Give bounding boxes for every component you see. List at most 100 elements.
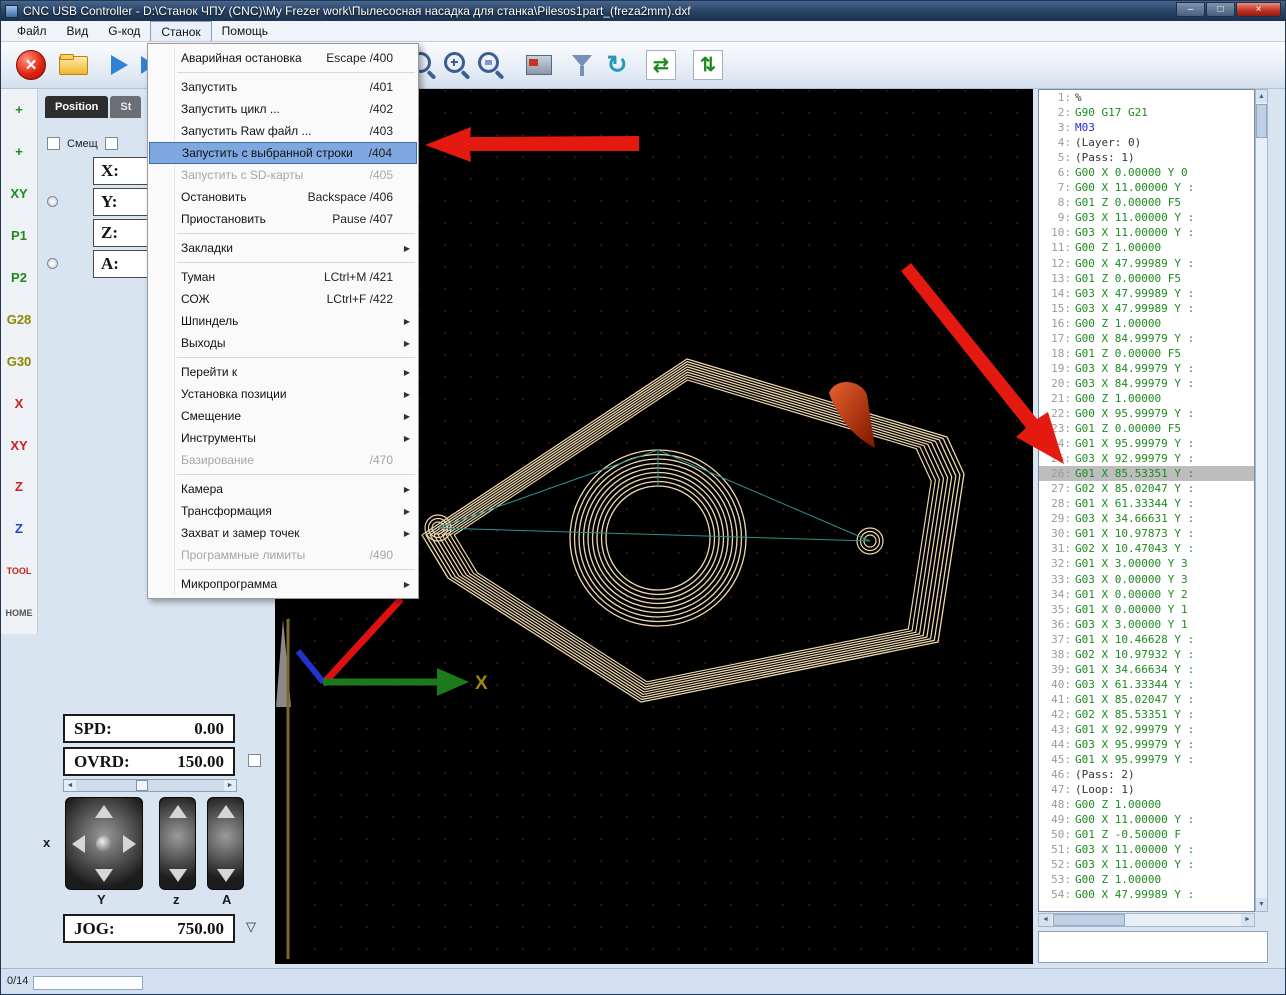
gcode-line[interactable]: 18 G01 Z 0.00000 F5 [1039, 346, 1254, 361]
gcode-line[interactable]: 53 G00 Z 1.00000 [1039, 872, 1254, 887]
gcode-line[interactable]: 45 G01 X 95.99979 Y : [1039, 752, 1254, 767]
menu-item-filter-button[interactable] [564, 47, 600, 83]
slider-left-icon[interactable]: ◄ [64, 780, 76, 791]
menu-item-приостановить[interactable]: Приостановить Pause /407 ▶ [149, 208, 417, 230]
gcode-line[interactable]: 47 (Loop: 1) [1039, 782, 1254, 797]
menu-item-трансформация[interactable]: Трансформация ▶ [149, 500, 417, 522]
menu-item-zero-z-icon[interactable]: Z [1, 466, 37, 508]
menu-item-jog-step-icon[interactable]: + [1, 131, 37, 173]
menu-item-перейти-к[interactable]: Перейти к ▶ [149, 361, 417, 383]
gcode-line[interactable]: 22 G00 X 95.99979 Y : [1039, 406, 1254, 421]
gcode-line[interactable]: 13 G01 Z 0.00000 F5 [1039, 271, 1254, 286]
menu-item-туман[interactable]: Туман LCtrl+M /421 ▶ [149, 266, 417, 288]
gcode-line[interactable]: 31 G02 X 10.47043 Y : [1039, 541, 1254, 556]
menu-item-камера[interactable]: Камера ▶ [149, 478, 417, 500]
menu-item-шпиндель[interactable]: Шпиндель ▶ [149, 310, 417, 332]
offset-checkbox-1[interactable] [47, 137, 60, 150]
hscroll-thumb[interactable] [1053, 914, 1125, 926]
menu-item-goto-xy-zero-icon[interactable]: XY [1, 173, 37, 215]
gcode-line[interactable]: 11 G00 Z 1.00000 [1039, 240, 1254, 255]
gcode-line[interactable]: 23 G01 Z 0.00000 F5 [1039, 421, 1254, 436]
scroll-left-icon[interactable]: ◄ [1039, 914, 1052, 926]
slider-thumb[interactable] [136, 780, 148, 791]
override-slider[interactable]: ◄ ► [63, 779, 237, 792]
gcode-line[interactable]: 46 (Pass: 2) [1039, 767, 1254, 782]
gcode-line[interactable]: 35 G01 X 0.00000 Y 1 [1039, 602, 1254, 617]
gcode-line[interactable]: 42 G02 X 85.53351 Y : [1039, 707, 1254, 722]
jog-y-plus-icon[interactable] [95, 805, 113, 818]
menu-item-tool-change-icon[interactable]: TOOL [1, 550, 37, 592]
gcode-line[interactable]: 3 M03 [1039, 120, 1254, 135]
tab-state[interactable]: St [110, 96, 142, 118]
menu-item-закладки[interactable]: Закладки ▶ [149, 237, 417, 259]
minimize-button[interactable]: – [1176, 2, 1205, 17]
gcode-line[interactable]: 39 G01 X 34.66634 Y : [1039, 662, 1254, 677]
gcode-line[interactable]: 20 G03 X 84.99979 Y : [1039, 376, 1254, 391]
gcode-line[interactable]: 14 G03 X 47.99989 Y : [1039, 286, 1254, 301]
menu-item-микропрограмма[interactable]: Микропрограмма ▶ [149, 573, 417, 595]
menu-item-emergency-stop-button[interactable] [13, 47, 49, 83]
gcode-line[interactable]: 50 G01 Z -0.50000 F [1039, 827, 1254, 842]
menubar-item[interactable]: Вид [57, 21, 99, 41]
gcode-vertical-scrollbar[interactable]: ▲ ▼ [1255, 89, 1268, 912]
menu-item-zoom-window-button[interactable] [473, 47, 509, 83]
gcode-line[interactable]: 48 G00 Z 1.00000 [1039, 797, 1254, 812]
gcode-line[interactable]: 25 G03 X 92.99979 Y : [1039, 451, 1254, 466]
menu-item-программные-лимиты[interactable]: Программные лимиты /490 ▶ [149, 544, 417, 566]
menu-item-запустить[interactable]: Запустить /401 ▶ [149, 76, 417, 98]
jog-x-minus-icon[interactable] [72, 834, 85, 853]
gcode-line[interactable]: 30 G01 X 10.97873 Y : [1039, 526, 1254, 541]
gcode-line[interactable]: 26 G01 X 85.53351 Y : [1039, 466, 1254, 482]
menu-item-смещение[interactable]: Смещение ▶ [149, 405, 417, 427]
gcode-line[interactable]: 8 G01 Z 0.00000 F5 [1039, 195, 1254, 210]
offset-checkbox-2[interactable] [104, 137, 118, 150]
menu-item-start-button[interactable] [101, 47, 137, 83]
menu-item-goto-p2-icon[interactable]: P2 [1, 257, 37, 299]
menu-item[interactable]: ▶ [177, 569, 415, 570]
gcode-line[interactable]: 49 G00 X 11.00000 Y : [1039, 812, 1254, 827]
gcode-horizontal-scrollbar[interactable]: ◄ ► [1038, 913, 1255, 927]
gcode-line[interactable]: 36 G03 X 3.00000 Y 1 [1039, 617, 1254, 632]
gcode-line[interactable]: 41 G01 X 85.02047 Y : [1039, 692, 1254, 707]
gcode-line[interactable]: 6 G00 X 0.00000 Y 0 [1039, 165, 1254, 180]
gcode-line[interactable]: 2 G90 G17 G21 [1039, 105, 1254, 120]
jog-z-plus-icon[interactable] [168, 805, 187, 818]
close-button[interactable]: × [1236, 2, 1281, 17]
menu-item-zero-x-icon[interactable]: X [1, 382, 37, 424]
gcode-line[interactable]: 24 G01 X 95.99979 Y : [1039, 436, 1254, 451]
gcode-line[interactable]: 27 G02 X 85.02047 Y : [1039, 481, 1254, 496]
menu-item-goto-g28-icon[interactable]: G28 [1, 298, 37, 340]
menu-item-home-icon[interactable]: HOME [1, 592, 37, 634]
menu-item-rotate-view-button[interactable] [599, 47, 635, 83]
axis-radio[interactable] [47, 258, 58, 269]
jog-pad-z[interactable] [159, 797, 196, 890]
jog-pad-xy[interactable] [65, 797, 143, 890]
menu-item[interactable]: ▶ [177, 474, 415, 475]
menu-item-zero-xy-icon[interactable]: XY [1, 424, 37, 466]
gcode-line[interactable]: 43 G01 X 92.99979 Y : [1039, 722, 1254, 737]
menu-item-goto-p1-icon[interactable]: P1 [1, 215, 37, 257]
gcode-line[interactable]: 34 G01 X 0.00000 Y 2 [1039, 587, 1254, 602]
menubar-item[interactable]: Станок [150, 21, 212, 41]
gcode-listing[interactable]: 1 % 2 G90 G17 G21 3 M03 4 (Layer: 0) 5 (… [1038, 89, 1255, 912]
menu-item-goto-g30-icon[interactable]: G30 [1, 340, 37, 382]
menu-item-захват-и-замер-точек[interactable]: Захват и замер точек ▶ [149, 522, 417, 544]
menu-item-запустить-с-выбранной-строки[interactable]: Запустить с выбранной строки /404 ▶ [149, 142, 417, 164]
axis-radio[interactable] [47, 196, 58, 207]
jog-pad-a[interactable] [207, 797, 244, 890]
menu-item[interactable]: ▶ [177, 72, 415, 73]
gcode-line[interactable]: 37 G01 X 10.46628 Y : [1039, 632, 1254, 647]
scroll-thumb[interactable] [1256, 104, 1267, 138]
menubar-item[interactable]: Файл [7, 21, 57, 41]
gcode-line[interactable]: 5 (Pass: 1) [1039, 150, 1254, 165]
jog-dropdown-icon[interactable]: ▽ [246, 919, 256, 935]
menu-item[interactable]: ▶ [177, 233, 415, 234]
scroll-up-icon[interactable]: ▲ [1256, 90, 1267, 103]
menu-item-запустить-цикл-[interactable]: Запустить цикл ... /402 ▶ [149, 98, 417, 120]
override-checkbox[interactable] [248, 754, 261, 767]
jog-a-minus-icon[interactable] [216, 869, 235, 882]
gcode-line[interactable]: 12 G00 X 47.99989 Y : [1039, 256, 1254, 271]
menubar-item[interactable]: Помощь [212, 21, 278, 41]
gcode-line[interactable]: 4 (Layer: 0) [1039, 135, 1254, 150]
gcode-line[interactable]: 9 G03 X 11.00000 Y : [1039, 210, 1254, 225]
